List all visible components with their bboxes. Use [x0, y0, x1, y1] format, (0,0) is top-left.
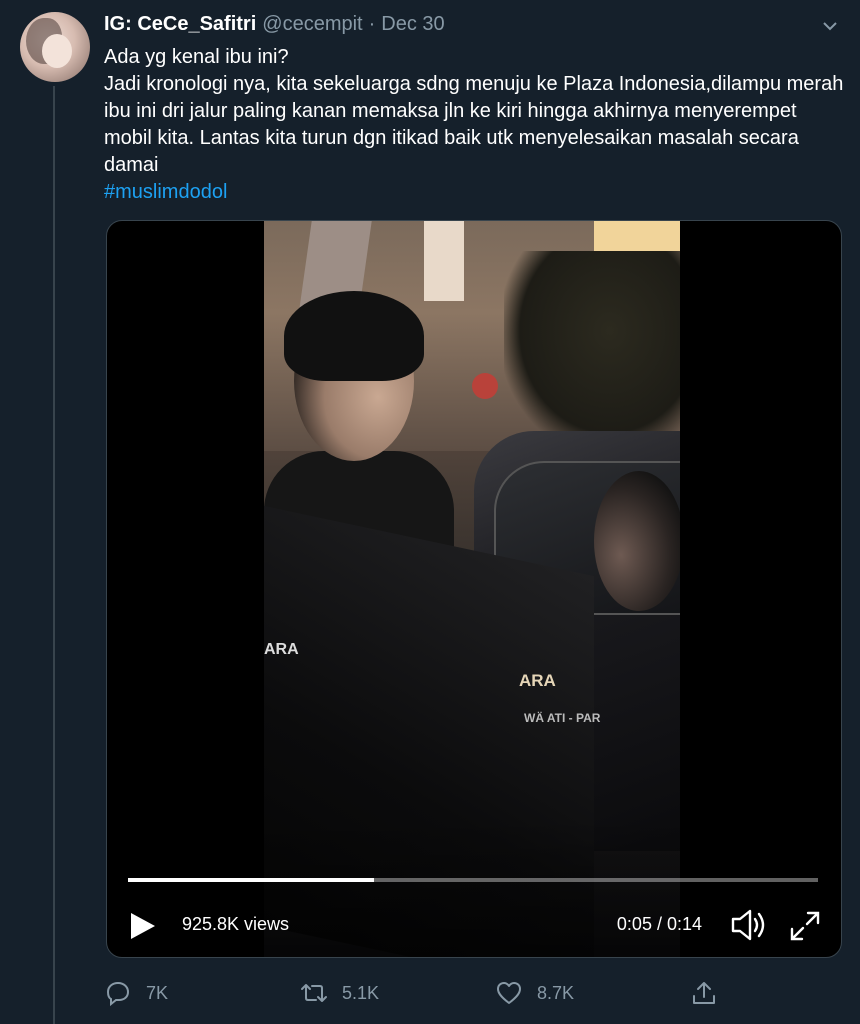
thread-line	[53, 86, 55, 1024]
video-scene-woman	[594, 471, 680, 611]
video-frame[interactable]: ARA ARА WÄ ATI - PAR	[264, 221, 680, 957]
display-name[interactable]: IG: CeCe_Safitri	[104, 13, 256, 36]
video-scene-text-3: WÄ ATI - PAR	[524, 711, 601, 725]
video-scene-text-1: ARA	[264, 641, 299, 658]
reply-button[interactable]: 7K	[104, 976, 168, 1010]
share-icon	[693, 982, 715, 1004]
avatar[interactable]	[20, 12, 90, 82]
play-icon[interactable]	[125, 909, 159, 943]
video-scene-tree	[504, 251, 680, 451]
tweet-date[interactable]: Dec 30	[381, 13, 444, 36]
video-scene-man-hair	[284, 291, 424, 381]
video-shade	[264, 817, 680, 957]
video-player[interactable]: ARA ARА WÄ ATI - PAR 925.8K views 0:05 /…	[106, 220, 842, 958]
like-count: 8.7K	[537, 982, 575, 1003]
fullscreen-icon[interactable]	[788, 909, 822, 943]
share-button[interactable]	[690, 976, 732, 1010]
hashtag-link[interactable]: #muslimdodol	[104, 181, 227, 203]
user-handle[interactable]: @cecempit	[262, 13, 362, 36]
video-time: 0:05 / 0:14	[616, 914, 702, 934]
video-scene-text-2: ARА	[519, 671, 556, 690]
heart-icon	[497, 982, 521, 1004]
tweet-line-2: Jadi kronologi nya, kita sekeluarga sdng…	[104, 73, 844, 176]
retweet-button[interactable]: 5.1K	[300, 976, 379, 1010]
tweet-text: Ada yg kenal ibu ini? Jadi kronologi nya…	[104, 44, 844, 206]
separator: ·	[368, 13, 376, 35]
tweet-actions: 7K 5.1K 8.7K	[104, 976, 744, 1010]
volume-icon[interactable]	[730, 907, 770, 943]
like-button[interactable]: 8.7K	[495, 976, 574, 1010]
video-progress-fill	[128, 878, 375, 882]
video-scene-light	[594, 221, 680, 251]
video-scene-window	[424, 221, 464, 301]
video-views: 925.8K views	[182, 914, 290, 934]
tweet-line-1: Ada yg kenal ibu ini?	[104, 46, 289, 68]
video-progress-bar[interactable]	[128, 878, 818, 882]
avatar-face	[42, 34, 72, 68]
reply-count: 7K	[146, 982, 169, 1003]
tweet-header: IG: CeCe_Safitri @cecempit · Dec 30	[104, 13, 445, 39]
chevron-down-icon[interactable]	[820, 16, 840, 36]
reply-icon	[106, 981, 130, 1007]
retweet-icon	[301, 984, 327, 1002]
video-scene-sign	[472, 373, 498, 399]
retweet-count: 5.1K	[342, 982, 380, 1003]
